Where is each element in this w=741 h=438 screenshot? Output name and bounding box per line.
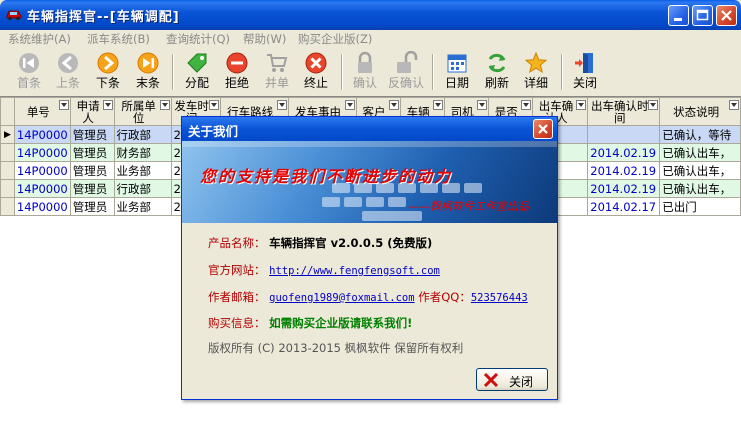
unlock-icon — [397, 51, 418, 73]
unconfirm-button[interactable]: 反确认 — [386, 50, 426, 94]
copyright-info: 版权所有 (C) 2013-2015 枫枫软件 保留所有权利 — [208, 340, 463, 356]
confirm-button[interactable]: 确认 — [345, 50, 385, 94]
filter-dropdown-icon[interactable] — [648, 100, 659, 110]
calendar-icon — [447, 54, 467, 73]
menu-dispatch-system[interactable]: 派车系统(B) — [87, 31, 150, 47]
email-link[interactable]: guofeng1989@foxmail.com — [269, 292, 414, 304]
filter-dropdown-icon[interactable] — [432, 100, 443, 110]
stop-icon — [226, 52, 248, 74]
cart-icon — [267, 54, 288, 72]
current-row-indicator-icon: ▶ — [0, 125, 15, 144]
refresh-button[interactable]: 刷新 — [477, 50, 517, 94]
refresh-icon — [488, 53, 506, 73]
website-link[interactable]: http://www.fengfengsoft.com — [269, 265, 440, 277]
banner-slogan: 您的支持是我们不断进步的动力 — [200, 167, 453, 186]
dialog-banner: 您的支持是我们不断进步的动力 ——枫枫软件工作室出品 — [182, 141, 557, 223]
filter-dropdown-icon[interactable] — [576, 100, 587, 110]
filter-dropdown-icon[interactable] — [344, 100, 355, 110]
maximize-icon — [696, 9, 709, 21]
product-name: 车辆指挥官 v2.0.0.5 (免费版) — [269, 236, 433, 250]
close-x-icon — [483, 373, 499, 387]
close-icon — [538, 124, 548, 134]
window-title: 车辆指挥官--[车辆调配] — [27, 10, 180, 25]
contact-info: 作者邮箱： guofeng1989@foxmail.com 作者QQ：52357… — [208, 290, 528, 304]
purchase-message: 如需购买企业版请联系我们! — [269, 316, 413, 330]
about-dialog: 关于我们 您的支持是我们不断进步的动力 ——枫枫软件工作室出品 产品名称： 车辆… — [181, 116, 558, 400]
filter-dropdown-icon[interactable] — [208, 100, 219, 110]
reject-button[interactable]: 拒绝 — [217, 50, 257, 94]
filter-dropdown-icon[interactable] — [729, 100, 739, 110]
col-header[interactable]: 申请人 — [69, 97, 115, 126]
close-icon — [721, 10, 732, 21]
minimize-icon — [674, 18, 682, 21]
filter-dropdown-icon[interactable] — [520, 100, 531, 110]
toolbar-separator — [341, 54, 343, 90]
prev-record-button[interactable]: 上条 — [48, 50, 88, 94]
close-toolbar-button[interactable]: 关闭 — [565, 50, 605, 94]
toolbar-separator — [432, 54, 434, 90]
dialog-title: 关于我们 — [188, 124, 239, 139]
qq-link[interactable]: 523576443 — [471, 292, 528, 304]
assign-button[interactable]: 分配 — [177, 50, 217, 94]
star-icon — [524, 51, 548, 74]
dialog-close-action-button[interactable]: 关闭 — [476, 368, 548, 391]
purchase-info: 购买信息： 如需购买企业版请联系我们! — [208, 316, 413, 330]
menu-query-stats[interactable]: 查询统计(Q) — [166, 31, 230, 47]
last-record-button[interactable]: 末条 — [128, 50, 168, 94]
arrow-left-icon — [58, 53, 78, 73]
close-circle-icon — [305, 52, 327, 74]
filter-dropdown-icon[interactable] — [276, 100, 287, 110]
filter-dropdown-icon[interactable] — [388, 100, 399, 110]
col-header[interactable]: 状态说明 — [659, 97, 741, 126]
copyright-text: 版权所有 (C) 2013-2015 枫枫软件 保留所有权利 — [208, 341, 464, 355]
filter-dropdown-icon[interactable] — [159, 100, 170, 110]
window-titlebar: 车辆指挥官--[车辆调配] — [0, 0, 741, 30]
menu-help[interactable]: 帮助(W) — [243, 31, 286, 47]
exit-door-icon — [575, 53, 593, 73]
lock-icon — [358, 51, 372, 73]
col-header[interactable]: 所属单位 — [113, 97, 172, 126]
banner-credit: ——枫枫软件工作室出品 — [408, 200, 529, 213]
last-record-icon — [137, 52, 159, 74]
close-window-button[interactable] — [716, 5, 737, 26]
car-icon — [6, 10, 22, 21]
toolbar-separator — [172, 54, 174, 90]
next-record-button[interactable]: 下条 — [88, 50, 128, 94]
minimize-button[interactable] — [668, 5, 689, 26]
tag-icon — [187, 53, 207, 73]
toolbar-separator — [561, 54, 563, 90]
filter-dropdown-icon[interactable] — [58, 100, 69, 110]
first-record-button[interactable]: 首条 — [9, 50, 49, 94]
date-button[interactable]: 日期 — [437, 50, 477, 94]
arrow-right-icon — [97, 52, 119, 74]
filter-dropdown-icon[interactable] — [102, 100, 113, 110]
toolbar: 首条 上条 下条 末条 分配 拒绝 并单 终止 确认 反确认 日期 刷新 详细 … — [0, 48, 741, 95]
filter-dropdown-icon[interactable] — [476, 100, 487, 110]
grid-corner — [0, 97, 15, 126]
first-record-icon — [19, 53, 39, 73]
menu-bar: 系统维护(A) 派车系统(B) 查询统计(Q) 帮助(W) 购买企业版(Z) — [0, 30, 741, 48]
dialog-titlebar: 关于我们 — [182, 117, 557, 141]
terminate-button[interactable]: 终止 — [296, 50, 336, 94]
detail-button[interactable]: 详细 — [516, 50, 556, 94]
merge-button[interactable]: 并单 — [257, 50, 297, 94]
col-header[interactable]: 出车确认时间 — [587, 97, 661, 126]
maximize-button[interactable] — [692, 5, 713, 26]
menu-buy-enterprise[interactable]: 购买企业版(Z) — [298, 31, 372, 47]
col-header[interactable]: 单号 — [13, 97, 71, 126]
product-info: 产品名称： 车辆指挥官 v2.0.0.5 (免费版) — [208, 236, 433, 250]
website-info: 官方网站： http://www.fengfengsoft.com — [208, 263, 440, 277]
dialog-close-button[interactable] — [533, 119, 553, 139]
menu-system-maintenance[interactable]: 系统维护(A) — [8, 31, 71, 47]
